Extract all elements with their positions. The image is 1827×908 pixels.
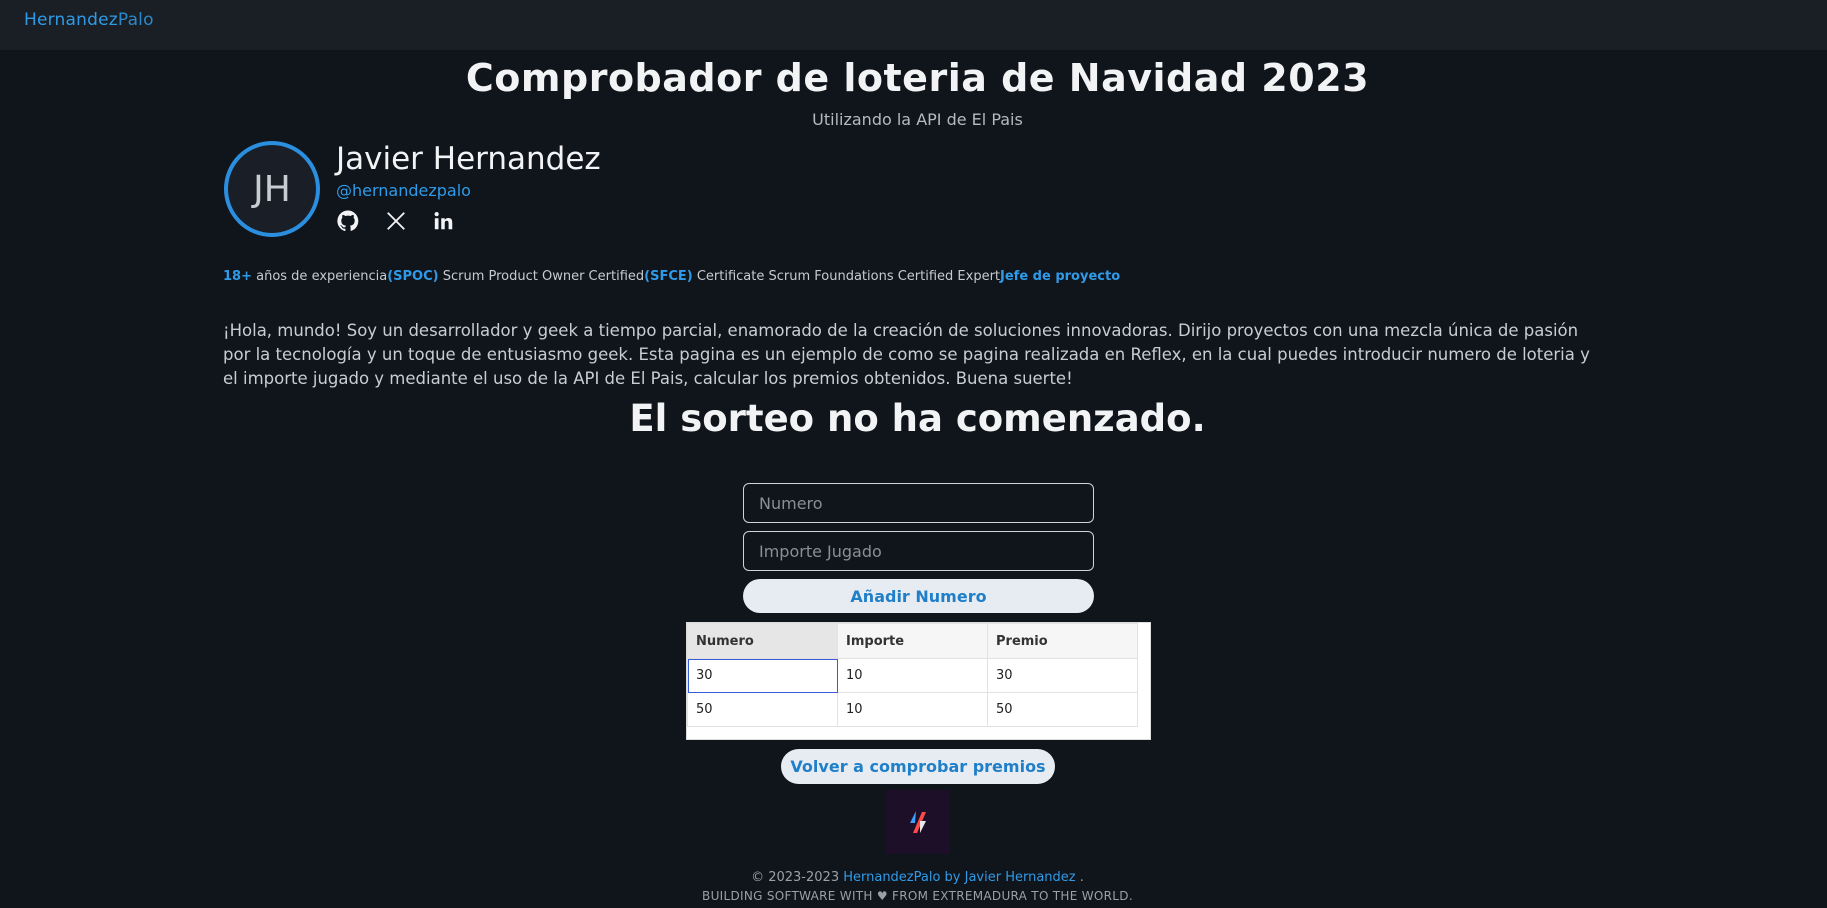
avatar: JH bbox=[224, 141, 320, 237]
sfce-text: Certificate Scrum Foundations Certified … bbox=[692, 269, 1001, 284]
bio-text: ¡Hola, mundo! Soy un desarrollador y gee… bbox=[223, 321, 1590, 388]
years-text: años de experiencia bbox=[251, 269, 388, 284]
spoc-text: Scrum Product Owner Certified bbox=[438, 269, 645, 284]
results-table: Numero Importe Premio 30 10 30 50 10 50 bbox=[686, 622, 1151, 740]
footer-tagline: BUILDING SOFTWARE WITH ♥ FROM EXTREMADUR… bbox=[0, 889, 1827, 903]
table-cell[interactable]: 50 bbox=[987, 692, 1138, 727]
x-icon[interactable] bbox=[384, 209, 408, 233]
years-badge: 18+ bbox=[223, 269, 252, 284]
github-icon[interactable] bbox=[336, 209, 360, 233]
brand-link[interactable]: HernandezPalo bbox=[24, 10, 154, 30]
table-header-row: Numero Importe Premio bbox=[687, 623, 1138, 659]
table-row: 30 10 30 bbox=[687, 658, 1138, 693]
brand-second: Palo bbox=[117, 10, 154, 30]
copyright-text: © 2023-2023 bbox=[751, 870, 844, 885]
page-title: Comprobador de loteria de Navidad 2023 bbox=[465, 56, 1370, 100]
page-subtitle: Utilizando la API de El Pais bbox=[812, 110, 1023, 129]
brand-first: Hernandez bbox=[24, 10, 118, 30]
profile-name: Javier Hernandez bbox=[336, 141, 601, 177]
table-row: 50 10 50 bbox=[687, 692, 1138, 727]
linkedin-icon[interactable] bbox=[432, 209, 456, 233]
heart-icon: ♥ bbox=[876, 889, 888, 903]
sfce-badge: (SFCE) bbox=[644, 269, 693, 284]
draw-status: El sorteo no ha comenzado. bbox=[629, 397, 1206, 440]
table-cell[interactable]: 10 bbox=[837, 658, 988, 693]
column-header-premio[interactable]: Premio bbox=[987, 623, 1138, 659]
profile-handle[interactable]: @hernandezpalo bbox=[336, 181, 471, 200]
table-cell[interactable]: 30 bbox=[687, 658, 838, 693]
column-header-numero[interactable]: Numero bbox=[687, 623, 838, 659]
reflex-logo[interactable] bbox=[886, 790, 950, 854]
table-cell[interactable]: 30 bbox=[987, 658, 1138, 693]
column-header-importe[interactable]: Importe bbox=[837, 623, 988, 659]
table-cell[interactable]: 10 bbox=[837, 692, 988, 727]
numero-input[interactable] bbox=[743, 483, 1094, 523]
footer-author-link[interactable]: HernandezPalo by Javier Hernandez bbox=[843, 870, 1075, 885]
recheck-prizes-button[interactable]: Volver a comprobar premios bbox=[781, 749, 1055, 784]
tagline-end: FROM EXTREMADURA TO THE WORLD. bbox=[887, 889, 1133, 903]
spoc-badge: (SPOC) bbox=[387, 269, 439, 284]
tagline-start: BUILDING SOFTWARE WITH bbox=[702, 889, 877, 903]
table-cell[interactable]: 50 bbox=[687, 692, 838, 727]
navbar: HernandezPalo bbox=[0, 0, 1827, 50]
avatar-initials: JH bbox=[253, 168, 291, 210]
experience-badges: 18+ años de experiencia(SPOC) Scrum Prod… bbox=[223, 269, 1120, 284]
importe-input[interactable] bbox=[743, 531, 1094, 571]
add-number-button[interactable]: Añadir Numero bbox=[743, 579, 1094, 613]
footer-dot: . bbox=[1075, 870, 1084, 885]
footer-copyright: © 2023-2023 HernandezPalo by Javier Hern… bbox=[0, 870, 1827, 885]
role-badge: Jefe de proyecto bbox=[1000, 269, 1121, 284]
social-links bbox=[336, 209, 456, 233]
